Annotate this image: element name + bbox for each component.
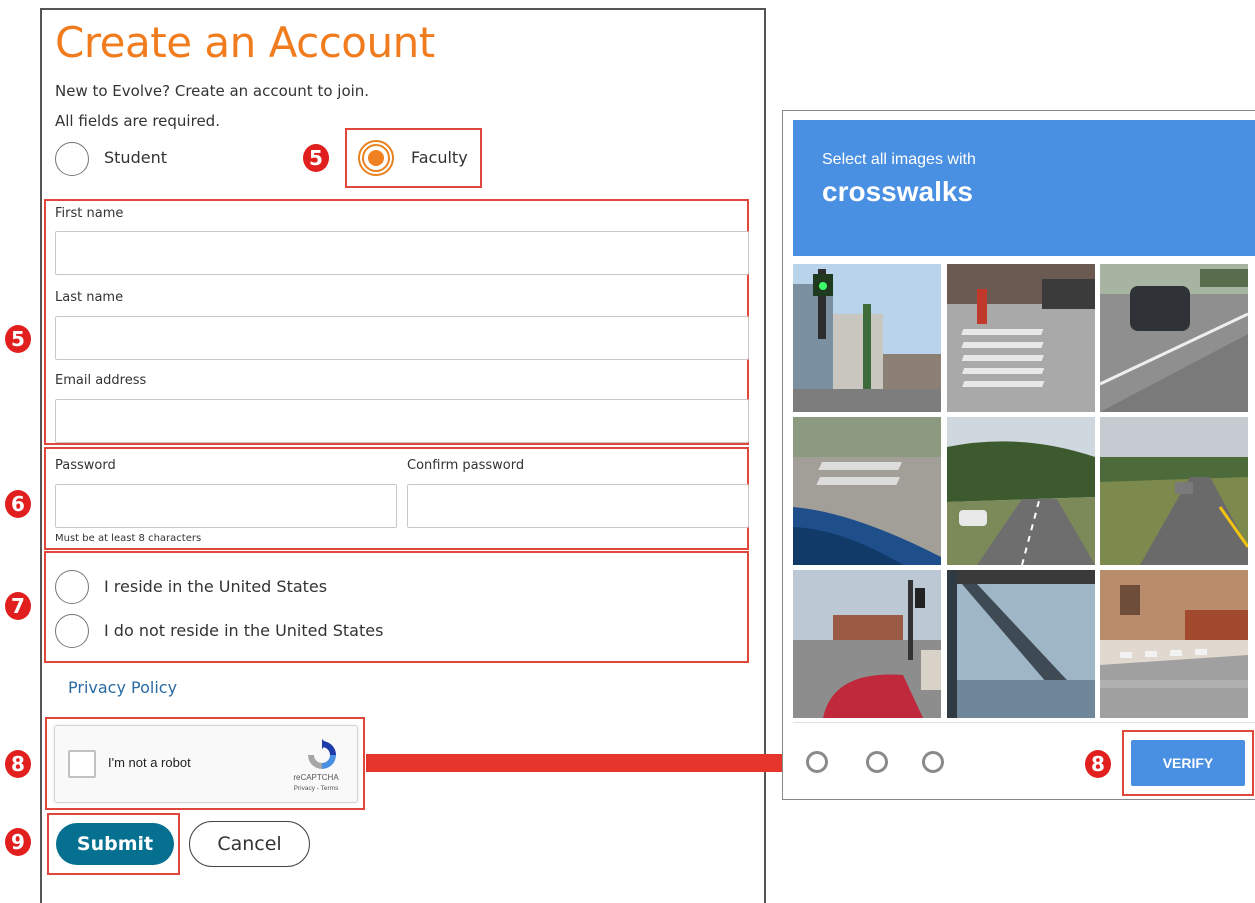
last-name-label: Last name xyxy=(55,290,124,305)
step-badge-recaptcha: 8 xyxy=(5,750,31,778)
captcha-tile-5[interactable] xyxy=(947,417,1095,565)
step-badge-submit: 9 xyxy=(5,828,31,856)
submit-button[interactable]: Submit xyxy=(56,823,174,865)
step-badge-password-fields: 6 xyxy=(5,490,31,518)
reside-us-label: I reside in the United States xyxy=(104,577,328,596)
student-radio-label: Student xyxy=(104,148,167,167)
step-badge-name-fields: 5 xyxy=(5,325,31,353)
password-label: Password xyxy=(55,458,116,473)
reload-icon[interactable] xyxy=(806,751,828,773)
step-badge-role: 5 xyxy=(303,144,329,172)
confirm-password-label: Confirm password xyxy=(407,458,525,473)
student-radio[interactable] xyxy=(55,142,89,176)
captcha-tile-1[interactable] xyxy=(793,264,941,412)
captcha-keyword: crosswalks xyxy=(822,176,973,207)
step-badge-verify: 8 xyxy=(1085,750,1111,778)
page-title: Create an Account xyxy=(55,18,435,67)
not-reside-us-label: I do not reside in the United States xyxy=(104,621,384,640)
captcha-instruction: Select all images with xyxy=(822,151,976,168)
password-hint: Must be at least 8 characters xyxy=(55,533,202,544)
step-badge-residency: 7 xyxy=(5,592,31,620)
captcha-tile-4[interactable] xyxy=(793,417,941,565)
cancel-button[interactable]: Cancel xyxy=(189,821,310,867)
captcha-tile-8[interactable] xyxy=(947,570,1095,718)
faculty-radio[interactable] xyxy=(358,140,394,176)
captcha-tile-3[interactable] xyxy=(1100,264,1248,412)
confirm-password-input[interactable] xyxy=(407,484,749,528)
recaptcha-label: I'm not a robot xyxy=(108,755,191,770)
email-input[interactable] xyxy=(55,399,749,443)
intro-text: New to Evolve? Create an account to join… xyxy=(55,82,370,100)
recaptcha-brand-text: reCAPTCHA xyxy=(293,773,339,782)
residency-highlight-box xyxy=(44,551,749,663)
reside-us-radio[interactable] xyxy=(55,570,89,604)
first-name-input[interactable] xyxy=(55,231,749,275)
captcha-tile-2[interactable] xyxy=(947,264,1095,412)
recaptcha-widget: I'm not a robot reCAPTCHA Privacy - Term… xyxy=(54,725,358,803)
recaptcha-terms-link[interactable]: Privacy - Terms xyxy=(281,785,351,792)
faculty-radio-dot xyxy=(368,150,384,166)
audio-icon[interactable] xyxy=(866,751,888,773)
last-name-input[interactable] xyxy=(55,316,749,360)
faculty-radio-ring xyxy=(362,144,390,172)
password-input[interactable] xyxy=(55,484,397,528)
privacy-policy-link[interactable]: Privacy Policy xyxy=(68,678,177,697)
captcha-tile-9[interactable] xyxy=(1100,570,1248,718)
info-icon[interactable] xyxy=(922,751,944,773)
faculty-radio-label: Faculty xyxy=(411,148,468,167)
verify-button[interactable]: VERIFY xyxy=(1131,740,1245,786)
not-reside-us-radio[interactable] xyxy=(55,614,89,648)
recaptcha-checkbox[interactable] xyxy=(68,750,96,778)
captcha-footer-divider xyxy=(793,722,1255,723)
email-label: Email address xyxy=(55,373,147,388)
captcha-tile-7[interactable] xyxy=(793,570,941,718)
first-name-label: First name xyxy=(55,206,124,221)
required-note: All fields are required. xyxy=(55,112,220,130)
recaptcha-logo-icon xyxy=(308,739,336,769)
captcha-tile-6[interactable] xyxy=(1100,417,1248,565)
